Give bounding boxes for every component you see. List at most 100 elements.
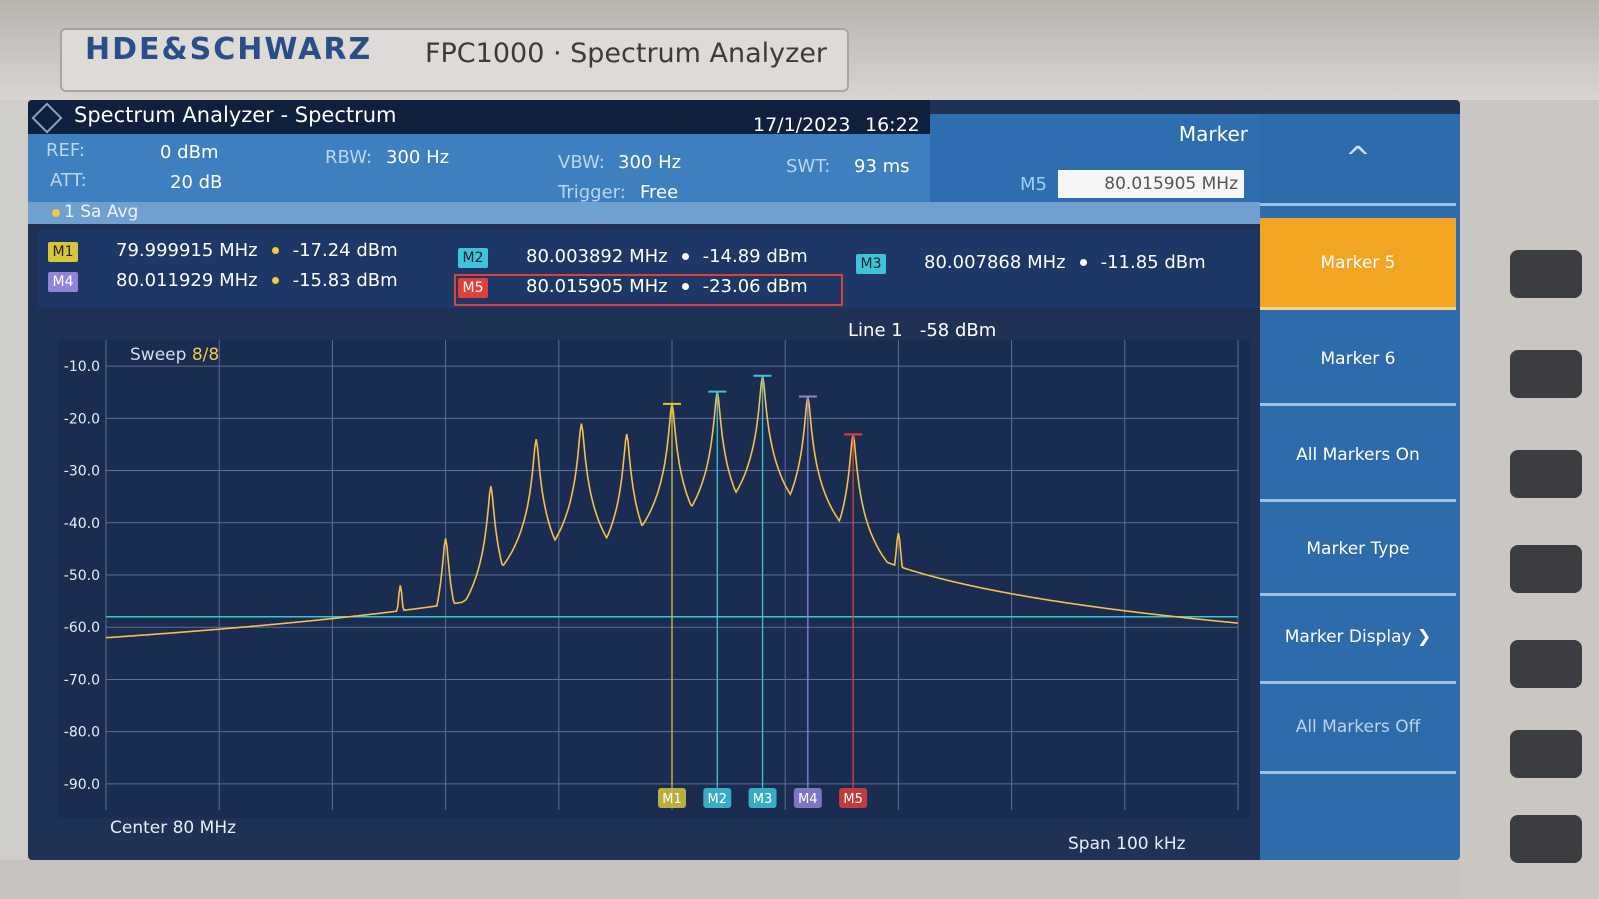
marker-frequency: 80.011929	[116, 270, 214, 291]
marker-level: -14.89	[702, 246, 761, 267]
att-value[interactable]: 20 dB	[170, 172, 222, 193]
marker-frequency-unit: MHz	[219, 270, 258, 291]
marker-bullet	[271, 247, 279, 254]
ref-label: REF:	[46, 140, 85, 161]
line-label: Line 1	[848, 320, 903, 341]
brand-logo: HDE&SCHWARZ	[85, 32, 373, 67]
date-display: 17/1/2023	[753, 114, 851, 136]
hardware-softkey-1[interactable]	[1510, 250, 1582, 298]
marker-frequency-unit: MHz	[629, 246, 668, 267]
softkey-all-markers-off[interactable]: All Markers Off	[1260, 682, 1456, 774]
marker-level-unit: dBm	[1164, 252, 1206, 273]
softkey-all-markers-on[interactable]: All Markers On	[1260, 410, 1456, 502]
y-tick-label: -70.0	[64, 672, 100, 688]
app-logo-icon	[31, 102, 63, 134]
marker-bullet	[681, 253, 689, 260]
ref-value[interactable]: 0 dBm	[160, 142, 218, 163]
trace-color-dot	[52, 209, 60, 217]
rbw-value[interactable]: 300 Hz	[386, 147, 449, 168]
measurement-settings: REF: 0 dBm ATT: 20 dB RBW: 300 Hz VBW: 3…	[28, 134, 930, 212]
marker-frequency: 80.007868	[924, 252, 1022, 273]
marker-frequency: 79.999915	[116, 240, 214, 261]
y-tick-label: -60.0	[64, 620, 100, 636]
marker-flag-label: M1	[662, 792, 682, 807]
marker-flag-label: M3	[753, 792, 773, 807]
att-label: ATT:	[50, 170, 87, 191]
marker-level: -17.24	[292, 240, 351, 261]
trace-info: 1 Sa Avg	[28, 202, 1260, 224]
vbw-label: VBW:	[558, 152, 605, 173]
marker-level-unit: dBm	[356, 240, 398, 261]
marker-row-m3[interactable]: M3 80.007868 MHz -11.85 dBm	[856, 252, 1206, 274]
hardware-softkey-5[interactable]	[1510, 640, 1582, 688]
device-bottom-bezel	[0, 860, 1460, 899]
trigger-value[interactable]: Free	[640, 182, 678, 203]
selected-marker-highlight	[454, 274, 843, 306]
device-model: FPC1000 · Spectrum Analyzer	[425, 38, 828, 69]
marker-row-m2[interactable]: M2 80.003892 MHz -14.89 dBm	[458, 246, 808, 268]
softkey-marker-5[interactable]: Marker 5	[1260, 218, 1456, 310]
hardware-softkey-3[interactable]	[1510, 450, 1582, 498]
app-title: Spectrum Analyzer - Spectrum	[74, 103, 397, 127]
y-tick-label: -40.0	[64, 516, 100, 532]
hardware-key-panel	[1460, 100, 1599, 899]
y-tick-label: -10.0	[64, 359, 100, 375]
marker-level: -11.85	[1100, 252, 1159, 273]
sweep-value: 8/8	[191, 345, 220, 365]
softkey-marker-type[interactable]: Marker Type	[1260, 504, 1456, 596]
hardware-softkey-6[interactable]	[1510, 730, 1582, 778]
hardware-softkey-4[interactable]	[1510, 545, 1582, 593]
marker-frequency: 80.003892	[526, 246, 624, 267]
trace-mode: 1 Sa Avg	[64, 202, 139, 222]
sweep-label: Sweep	[130, 345, 187, 365]
title-bar: Spectrum Analyzer - Spectrum 17/1/2023 1…	[28, 100, 930, 136]
y-tick-label: -80.0	[64, 725, 100, 741]
softkey-marker-display[interactable]: Marker Display ❯	[1260, 592, 1456, 684]
marker-frequency-unit: MHz	[219, 240, 258, 261]
hardware-softkey-2[interactable]	[1510, 350, 1582, 398]
marker-panel-title: Marker	[1178, 122, 1248, 146]
line-value: -58	[919, 320, 950, 341]
marker-level-unit: dBm	[356, 270, 398, 291]
marker-table: M1 79.999915 MHz -17.24 dBm M4 80.011929 MH…	[38, 230, 1260, 308]
sweep-status: Sweep 8/8	[130, 345, 219, 365]
span-frequency[interactable]: Span 100 kHz	[1068, 834, 1186, 854]
spectrum-plot[interactable]: -10.0 -20.0 -30.0 -40.0 -50.0 -60.0 -70.0 -80.0…	[58, 340, 1250, 818]
active-marker-frequency-input[interactable]	[1058, 170, 1244, 198]
y-tick-label: -30.0	[64, 464, 100, 480]
marker-frequency-unit: MHz	[1027, 252, 1066, 273]
y-tick-label: -50.0	[64, 568, 100, 584]
marker-row-m1[interactable]: M1 79.999915 MHz -17.24 dBm	[48, 240, 398, 262]
marker-tag: M3	[856, 254, 886, 274]
marker-tag: M2	[458, 248, 488, 268]
y-tick-label: -20.0	[64, 411, 100, 427]
display-line-info: Line 1 -58 dBm	[848, 320, 996, 341]
line-unit: dBm	[955, 320, 997, 341]
swt-label: SWT:	[786, 156, 831, 177]
y-tick-label: -90.0	[64, 777, 100, 793]
marker-bullet	[271, 277, 279, 284]
marker-header: Marker M5	[930, 114, 1260, 212]
marker-bullet	[1079, 259, 1087, 266]
time-display: 16:22	[865, 114, 920, 136]
softkey-marker-6[interactable]: Marker 6	[1260, 314, 1456, 406]
rbw-label: RBW:	[325, 147, 373, 168]
active-marker-label: M5	[1020, 174, 1047, 195]
softkey-up-button[interactable]: ^	[1260, 114, 1456, 206]
marker-level: -15.83	[292, 270, 351, 291]
marker-flag-label: M5	[843, 792, 863, 807]
marker-level-unit: dBm	[766, 246, 808, 267]
hardware-softkey-7[interactable]	[1510, 815, 1582, 863]
swt-value[interactable]: 93 ms	[854, 156, 910, 177]
trigger-label: Trigger:	[558, 182, 626, 203]
marker-flag-label: M4	[798, 792, 818, 807]
softkey-panel: ^ Marker 5 Marker 6 All Markers On Marke…	[1260, 114, 1460, 860]
vbw-value[interactable]: 300 Hz	[618, 152, 681, 173]
marker-row-m4[interactable]: M4 80.011929 MHz -15.83 dBm	[48, 270, 398, 292]
spectrum-chart: -10.0 -20.0 -30.0 -40.0 -50.0 -60.0 -70.0 -80.0…	[64, 340, 1239, 810]
marker-tag: M1	[48, 242, 78, 262]
analyzer-screen: Spectrum Analyzer - Spectrum 17/1/2023 1…	[28, 100, 1460, 860]
marker-flag-label: M2	[708, 792, 728, 807]
center-frequency[interactable]: Center 80 MHz	[110, 818, 236, 838]
marker-tag: M4	[48, 272, 78, 292]
